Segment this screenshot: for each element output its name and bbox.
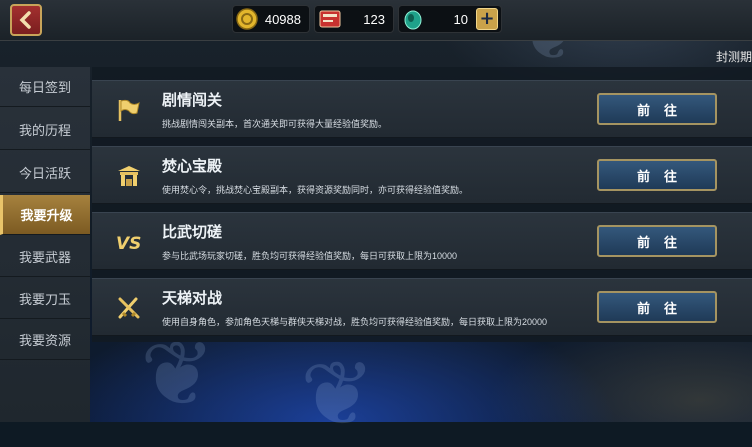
task-row-story: 剧情闯关 挑战剧情闯关副本，首次通关即可获得大量经验值奖励。 前往 [92,80,752,138]
go-button-ladder[interactable]: 前往 [597,291,717,323]
ticket-value: 123 [363,11,385,27]
task-row-palace: 焚心宝殿 使用焚心令，挑战焚心宝殿副本，获得资源奖励同时，亦可获得经验值奖励。 … [92,146,752,204]
task-title: 焚心宝殿 [162,158,223,175]
go-button-duel[interactable]: 前往 [597,225,717,257]
coin-value: 40988 [264,11,301,27]
coin-counter: 40988 [232,5,310,33]
top-bar: 40988 123 10 + [0,0,752,41]
task-description: 挑战剧情闯关副本，首次通关即可获得大量经验值奖励。 [162,119,388,129]
ticket-icon [319,10,341,28]
close-tab-label: 封测期 [715,50,752,64]
gate-icon [114,161,144,191]
task-description: 参与比武场玩家切磋，胜负均可获得经验值奖励，每日可获取上限为10000 [162,251,458,261]
sidebar-item-blade-jade[interactable]: 我要刀玉 [0,279,90,319]
flag-icon [114,95,144,125]
ticket-counter: 123 [314,5,394,33]
coin-icon [236,8,258,30]
crossed-swords-icon [114,293,144,323]
sidebar-item-level-up[interactable]: 我要升级 [0,195,90,235]
sidebar: 每日签到 我的历程 今日活跃 我要升级 我要武器 我要刀玉 我要资源 [0,67,90,422]
task-row-duel: VS 比武切磋 参与比武场玩家切磋，胜负均可获得经验值奖励，每日可获取上限为10… [92,212,752,270]
back-arrow-icon [19,11,31,29]
sidebar-item-daily-signin[interactable]: 每日签到 [0,67,90,107]
vs-icon: VS [114,227,144,257]
task-title: 比武切磋 [162,224,223,241]
back-button[interactable] [10,4,42,36]
jade-icon [404,10,422,30]
task-title: 剧情闯关 [162,92,223,109]
task-description: 使用焚心令，挑战焚心宝殿副本，获得资源奖励同时，亦可获得经验值奖励。 [162,185,469,195]
svg-text:VS: VS [116,234,141,254]
sidebar-item-daily-active[interactable]: 今日活跃 [0,153,90,193]
jade-value: 10 [453,11,468,27]
task-description: 使用自身角色，参加角色天梯与群侠天梯对战，胜负均可获得经验值奖励，每日获取上限为… [162,317,548,327]
task-title: 天梯对战 [162,290,223,307]
jade-counter: 10 + [398,5,502,33]
go-button-palace[interactable]: 前往 [597,159,717,191]
task-row-ladder: 天梯对战 使用自身角色，参加角色天梯与群侠天梯对战，胜负均可获得经验值奖励，每日… [92,278,752,336]
go-button-story[interactable]: 前往 [597,93,717,125]
add-jade-button[interactable]: + [476,8,498,30]
sidebar-item-weapons[interactable]: 我要武器 [0,237,90,277]
sidebar-item-resources[interactable]: 我要资源 [0,320,90,360]
sidebar-item-my-journey[interactable]: 我的历程 [0,110,90,150]
